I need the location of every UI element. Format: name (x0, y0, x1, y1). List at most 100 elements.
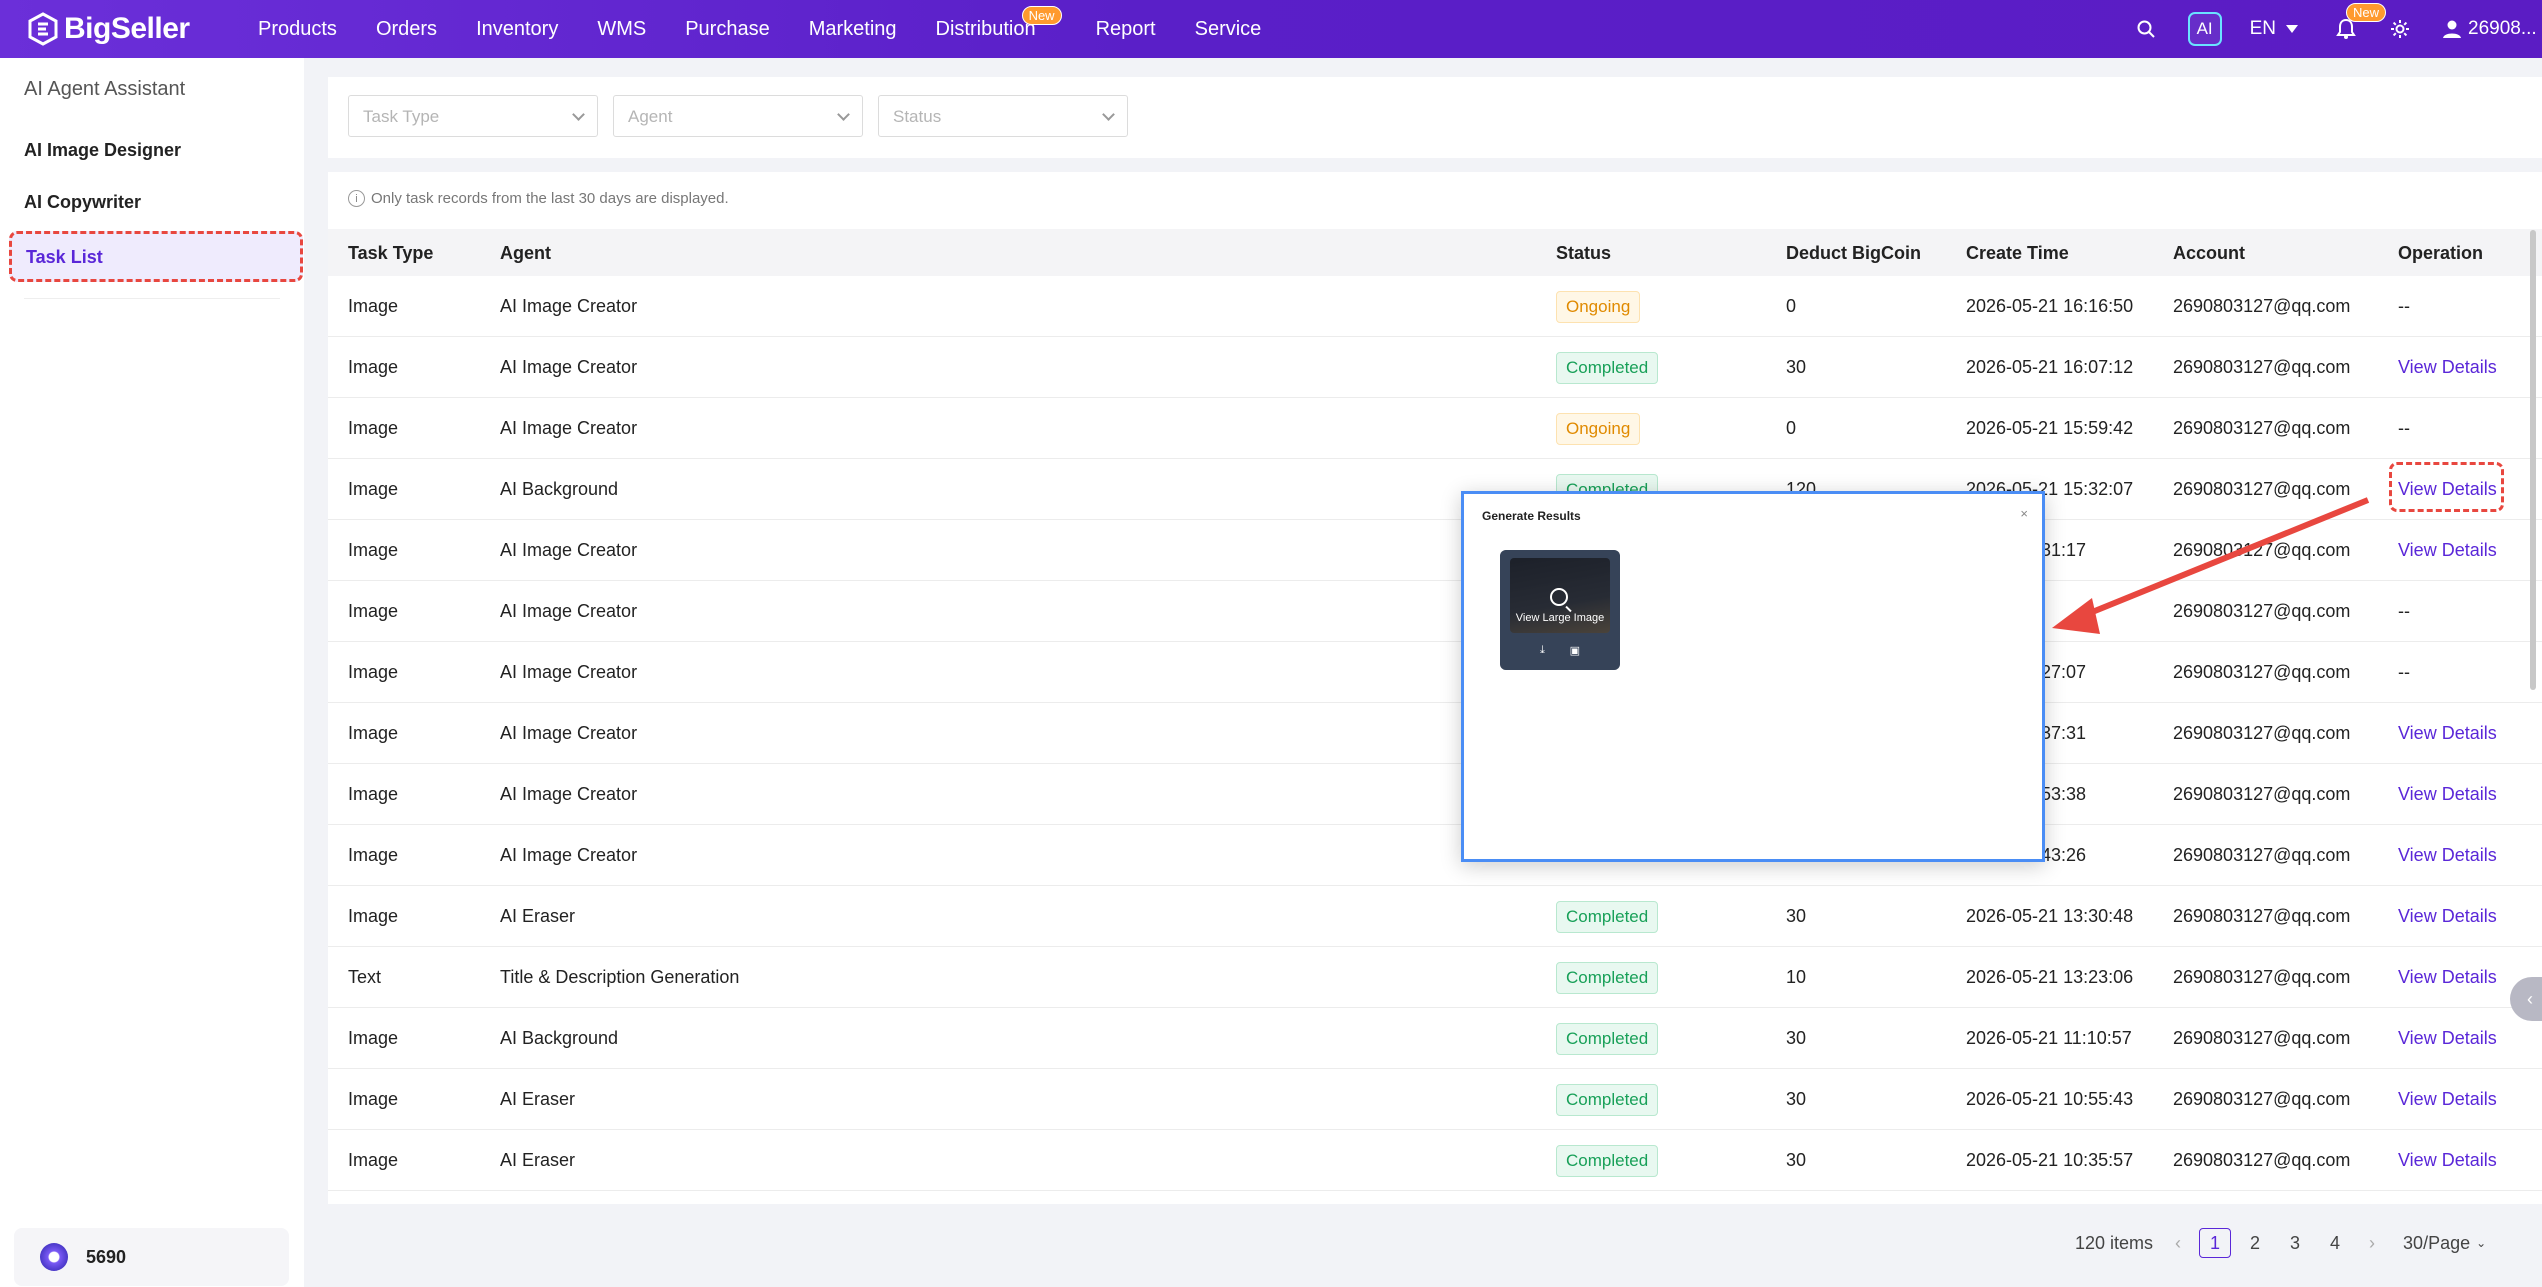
generate-results-modal: Generate Results × View Large Image ⤓ ▣ (1461, 491, 2045, 862)
view-details-link[interactable]: View Details (2398, 784, 2497, 805)
page-3[interactable]: 3 (2279, 1228, 2311, 1258)
account-cell: 2690803127@qq.com (2173, 1028, 2351, 1048)
status-badge: Completed (1556, 1084, 1659, 1116)
prev-page-icon[interactable]: ‹ (2175, 1233, 2181, 1254)
deduct-bigcoin-cell: 10 (1786, 967, 1807, 987)
agent-cell: AI Background (500, 479, 619, 499)
view-details-link[interactable]: View Details (2398, 1150, 2497, 1171)
operation-empty: -- (2398, 296, 2410, 316)
task-type-cell: Image (348, 723, 399, 743)
nav-orders[interactable]: Orders (376, 18, 437, 41)
agent-select[interactable]: Agent (613, 95, 863, 137)
info-icon: i (348, 190, 365, 207)
modal-title: Generate Results (1482, 509, 1581, 523)
chevron-down-icon (572, 108, 585, 121)
view-details-link[interactable]: View Details (2398, 1028, 2497, 1049)
notice: i Only task records from the last 30 days… (348, 190, 729, 207)
nav-marketing[interactable]: Marketing (809, 18, 897, 41)
view-large-image-label[interactable]: View Large Image (1500, 612, 1620, 624)
sidebar-title: AI Agent Assistant (24, 78, 186, 100)
bigcoin-balance[interactable]: 5690 (14, 1228, 289, 1286)
create-time-cell: 2026-05-21 16:16:50 (1966, 296, 2134, 316)
table-row: Image AI Image Creator 30 2026-05-21 16:07:… (328, 337, 2542, 398)
task-type-select[interactable]: Task Type (348, 95, 598, 137)
deduct-bigcoin-cell: 0 (1786, 418, 1797, 438)
create-time-cell: 2026-05-21 11:10:57 (1966, 1028, 2132, 1048)
bigseller-logo[interactable]: BigSeller (26, 12, 206, 46)
sidebar-item-task-list[interactable]: Task List (9, 231, 303, 282)
page-2[interactable]: 2 (2239, 1228, 2271, 1258)
page-1[interactable]: 1 (2199, 1228, 2232, 1258)
nav-wms[interactable]: WMS (597, 18, 646, 41)
sidebar-item-ai-image-designer[interactable]: AI Image Designer (24, 140, 181, 161)
view-details-link[interactable]: View Details (2398, 1089, 2497, 1110)
task-type-cell: Image (348, 906, 399, 926)
account-cell: 2690803127@qq.com (2173, 418, 2351, 438)
nav-purchase[interactable]: Purchase (685, 18, 770, 41)
account-cell: 2690803127@qq.com (2173, 479, 2351, 499)
header-account: Account (2173, 243, 2245, 263)
nav-service[interactable]: Service (1195, 18, 1262, 41)
deduct-bigcoin-cell: 30 (1786, 906, 1807, 926)
chevron-down-icon: ⌄ (2476, 1236, 2487, 1250)
user-menu[interactable]: 26908... (2442, 18, 2542, 40)
nav-report[interactable]: Report (1096, 18, 1156, 41)
bell-icon[interactable]: New (2334, 3, 2386, 41)
task-table-panel: i Only task records from the last 30 days… (328, 172, 2542, 1204)
zoom-icon[interactable] (1550, 588, 1568, 606)
gear-icon[interactable] (2388, 17, 2412, 41)
task-type-cell: Image (348, 479, 399, 499)
result-thumbnail[interactable]: View Large Image ⤓ ▣ (1500, 550, 1620, 670)
page-4[interactable]: 4 (2319, 1228, 2351, 1258)
view-details-link[interactable]: View Details (2398, 906, 2497, 927)
table-scrollbar[interactable] (2530, 230, 2536, 690)
status-badge: Completed (1556, 962, 1659, 994)
agent-cell: AI Image Creator (500, 601, 638, 621)
account-cell: 2690803127@qq.com (2173, 662, 2351, 682)
task-type-cell: Image (348, 1089, 399, 1109)
view-details-link[interactable]: View Details (2398, 723, 2497, 744)
download-icon[interactable]: ⤓ (1540, 644, 1545, 657)
agent-cell: AI Image Creator (500, 296, 638, 316)
ai-button[interactable]: AI (2187, 12, 2222, 46)
create-time-cell: 2026-05-21 13:30:48 (1966, 906, 2134, 926)
chevron-down-icon (837, 108, 850, 121)
sidebar-item-ai-copywriter[interactable]: AI Copywriter (24, 192, 141, 213)
view-details-link[interactable]: View Details (2398, 357, 2497, 378)
table-header: Task Type Agent Status Deduct BigCoin Cr… (328, 229, 2542, 276)
agent-cell: AI Eraser (500, 1089, 576, 1109)
agent-cell: AI Image Creator (500, 418, 638, 438)
view-details-link[interactable]: View Details (2398, 967, 2497, 988)
top-nav-bar: BigSeller Products Orders Inventory WMS … (0, 0, 2542, 58)
account-cell: 2690803127@qq.com (2173, 1150, 2351, 1170)
header-status: Status (1556, 243, 1612, 263)
status-badge: Completed (1556, 1145, 1659, 1177)
table-row: Image AI Eraser 30 2026-05-21 13:30:48 26908… (328, 886, 2542, 947)
edit-image-icon[interactable]: ▣ (1570, 644, 1580, 657)
nav-inventory[interactable]: Inventory (476, 18, 558, 41)
status-select[interactable]: Status (878, 95, 1128, 137)
operation-empty: -- (2398, 418, 2410, 438)
status-badge: Ongoing (1556, 413, 1641, 445)
language-selector[interactable]: EN (2250, 18, 2298, 40)
next-page-icon[interactable]: › (2369, 1233, 2375, 1254)
per-page-select[interactable]: 30/Page ⌄ (2403, 1233, 2486, 1254)
operation-empty: -- (2398, 662, 2410, 682)
nav-products[interactable]: Products (258, 18, 337, 41)
close-icon[interactable]: × (2020, 506, 2028, 521)
deduct-bigcoin-cell: 30 (1786, 1028, 1807, 1048)
account-cell: 2690803127@qq.com (2173, 357, 2351, 377)
agent-cell: AI Image Creator (500, 723, 638, 743)
status-badge: Completed (1556, 352, 1659, 384)
table-row: Image AI Eraser 30 2026-05-21 10:55:43 26908… (328, 1069, 2542, 1130)
agent-cell: AI Image Creator (500, 662, 638, 682)
nav-distribution[interactable]: Distribution New (936, 5, 1062, 41)
table-row: Image AI Eraser 30 2026-05-21 10:35:57 26908… (328, 1130, 2542, 1191)
search-icon[interactable] (2134, 17, 2158, 41)
new-badge: New (1021, 5, 1062, 25)
view-details-link[interactable]: View Details (2398, 845, 2497, 866)
table-row: Image AI Image Creator 0 2026-05-21 16:16:5… (328, 276, 2542, 337)
view-details-link[interactable]: View Details (2398, 540, 2497, 561)
table-row: Image AI Background 120 2026-05-21 15:32:07… (328, 459, 2542, 520)
create-time-cell: 2026-05-21 15:59:42 (1966, 418, 2134, 438)
